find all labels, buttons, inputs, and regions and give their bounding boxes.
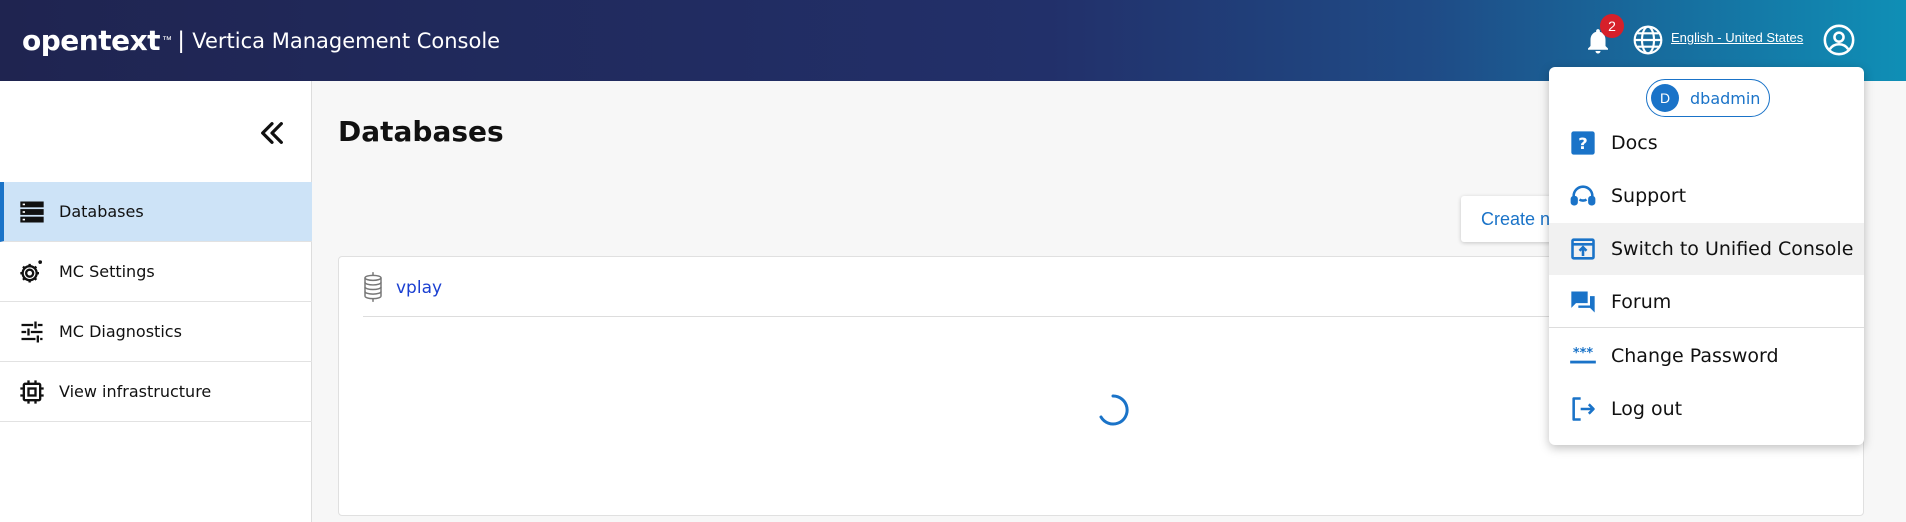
- account-circle-icon[interactable]: [1822, 23, 1856, 57]
- database-cylinder-icon: [364, 272, 382, 302]
- notification-badge[interactable]: 2: [1600, 14, 1624, 38]
- loading-spinner-icon: [1099, 394, 1129, 426]
- sidebar-item-label: View infrastructure: [59, 382, 212, 401]
- menu-item-label: Log out: [1611, 398, 1683, 420]
- user-chip[interactable]: D dbadmin: [1646, 79, 1770, 117]
- svg-text:?: ?: [1578, 134, 1587, 153]
- forum-icon: [1571, 291, 1595, 313]
- sidebar-item-label: MC Settings: [59, 262, 155, 281]
- sliders-icon: [21, 321, 43, 342]
- username: dbadmin: [1690, 89, 1761, 108]
- user-dropdown-menu: D dbadmin ? Docs Support Switch to Unifi…: [1549, 67, 1864, 445]
- menu-item-change-password[interactable]: *** Change Password: [1549, 330, 1864, 382]
- sidebar: Databases MC Settings MC Diagnostics Vie…: [0, 81, 312, 522]
- headset-icon: [1570, 185, 1596, 206]
- sidebar-item-label: Databases: [59, 202, 144, 221]
- database-link-vplay[interactable]: vplay: [396, 278, 442, 298]
- trademark-symbol: ™: [162, 35, 173, 46]
- menu-item-label: Docs: [1611, 132, 1658, 154]
- menu-item-support[interactable]: Support: [1549, 170, 1864, 222]
- opentext-logo: opentext: [22, 24, 161, 57]
- switch-console-icon: [1571, 238, 1595, 260]
- menu-item-label: Change Password: [1611, 345, 1779, 367]
- gear-settings-icon: [20, 259, 42, 282]
- menu-item-docs[interactable]: ? Docs: [1549, 117, 1864, 169]
- menu-item-label: Support: [1611, 185, 1687, 207]
- brand[interactable]: opentext ™ | Vertica Management Console: [22, 0, 500, 81]
- globe-icon[interactable]: [1632, 24, 1664, 56]
- password-icon: ***: [1570, 346, 1596, 364]
- menu-item-label: Switch to Unified Console: [1611, 238, 1854, 260]
- sidebar-item-mc-diagnostics[interactable]: MC Diagnostics: [0, 302, 312, 362]
- avatar: D: [1651, 84, 1679, 112]
- help-icon: ?: [1571, 131, 1595, 155]
- brand-separator: |: [178, 26, 185, 54]
- menu-item-switch-to-unified-console[interactable]: Switch to Unified Console: [1549, 223, 1864, 275]
- page-title: Databases: [338, 115, 504, 148]
- chip-icon: [20, 379, 44, 404]
- sidebar-nav: Databases MC Settings MC Diagnostics Vie…: [0, 182, 312, 422]
- language-link[interactable]: English - United States: [1671, 30, 1803, 45]
- collapse-sidebar-icon[interactable]: [256, 117, 288, 149]
- sidebar-item-mc-settings[interactable]: MC Settings: [0, 242, 312, 302]
- logout-icon: [1572, 397, 1595, 421]
- sidebar-item-label: MC Diagnostics: [59, 322, 182, 341]
- sidebar-item-view-infrastructure[interactable]: View infrastructure: [0, 362, 312, 422]
- menu-item-label: Forum: [1611, 291, 1672, 313]
- menu-divider: [1549, 327, 1864, 328]
- product-title: Vertica Management Console: [192, 28, 501, 53]
- menu-item-forum[interactable]: Forum: [1549, 276, 1864, 328]
- database-stack-icon: [20, 201, 44, 222]
- menu-item-log-out[interactable]: Log out: [1549, 383, 1864, 435]
- svg-text:***: ***: [1573, 346, 1593, 361]
- sidebar-item-databases[interactable]: Databases: [0, 182, 312, 242]
